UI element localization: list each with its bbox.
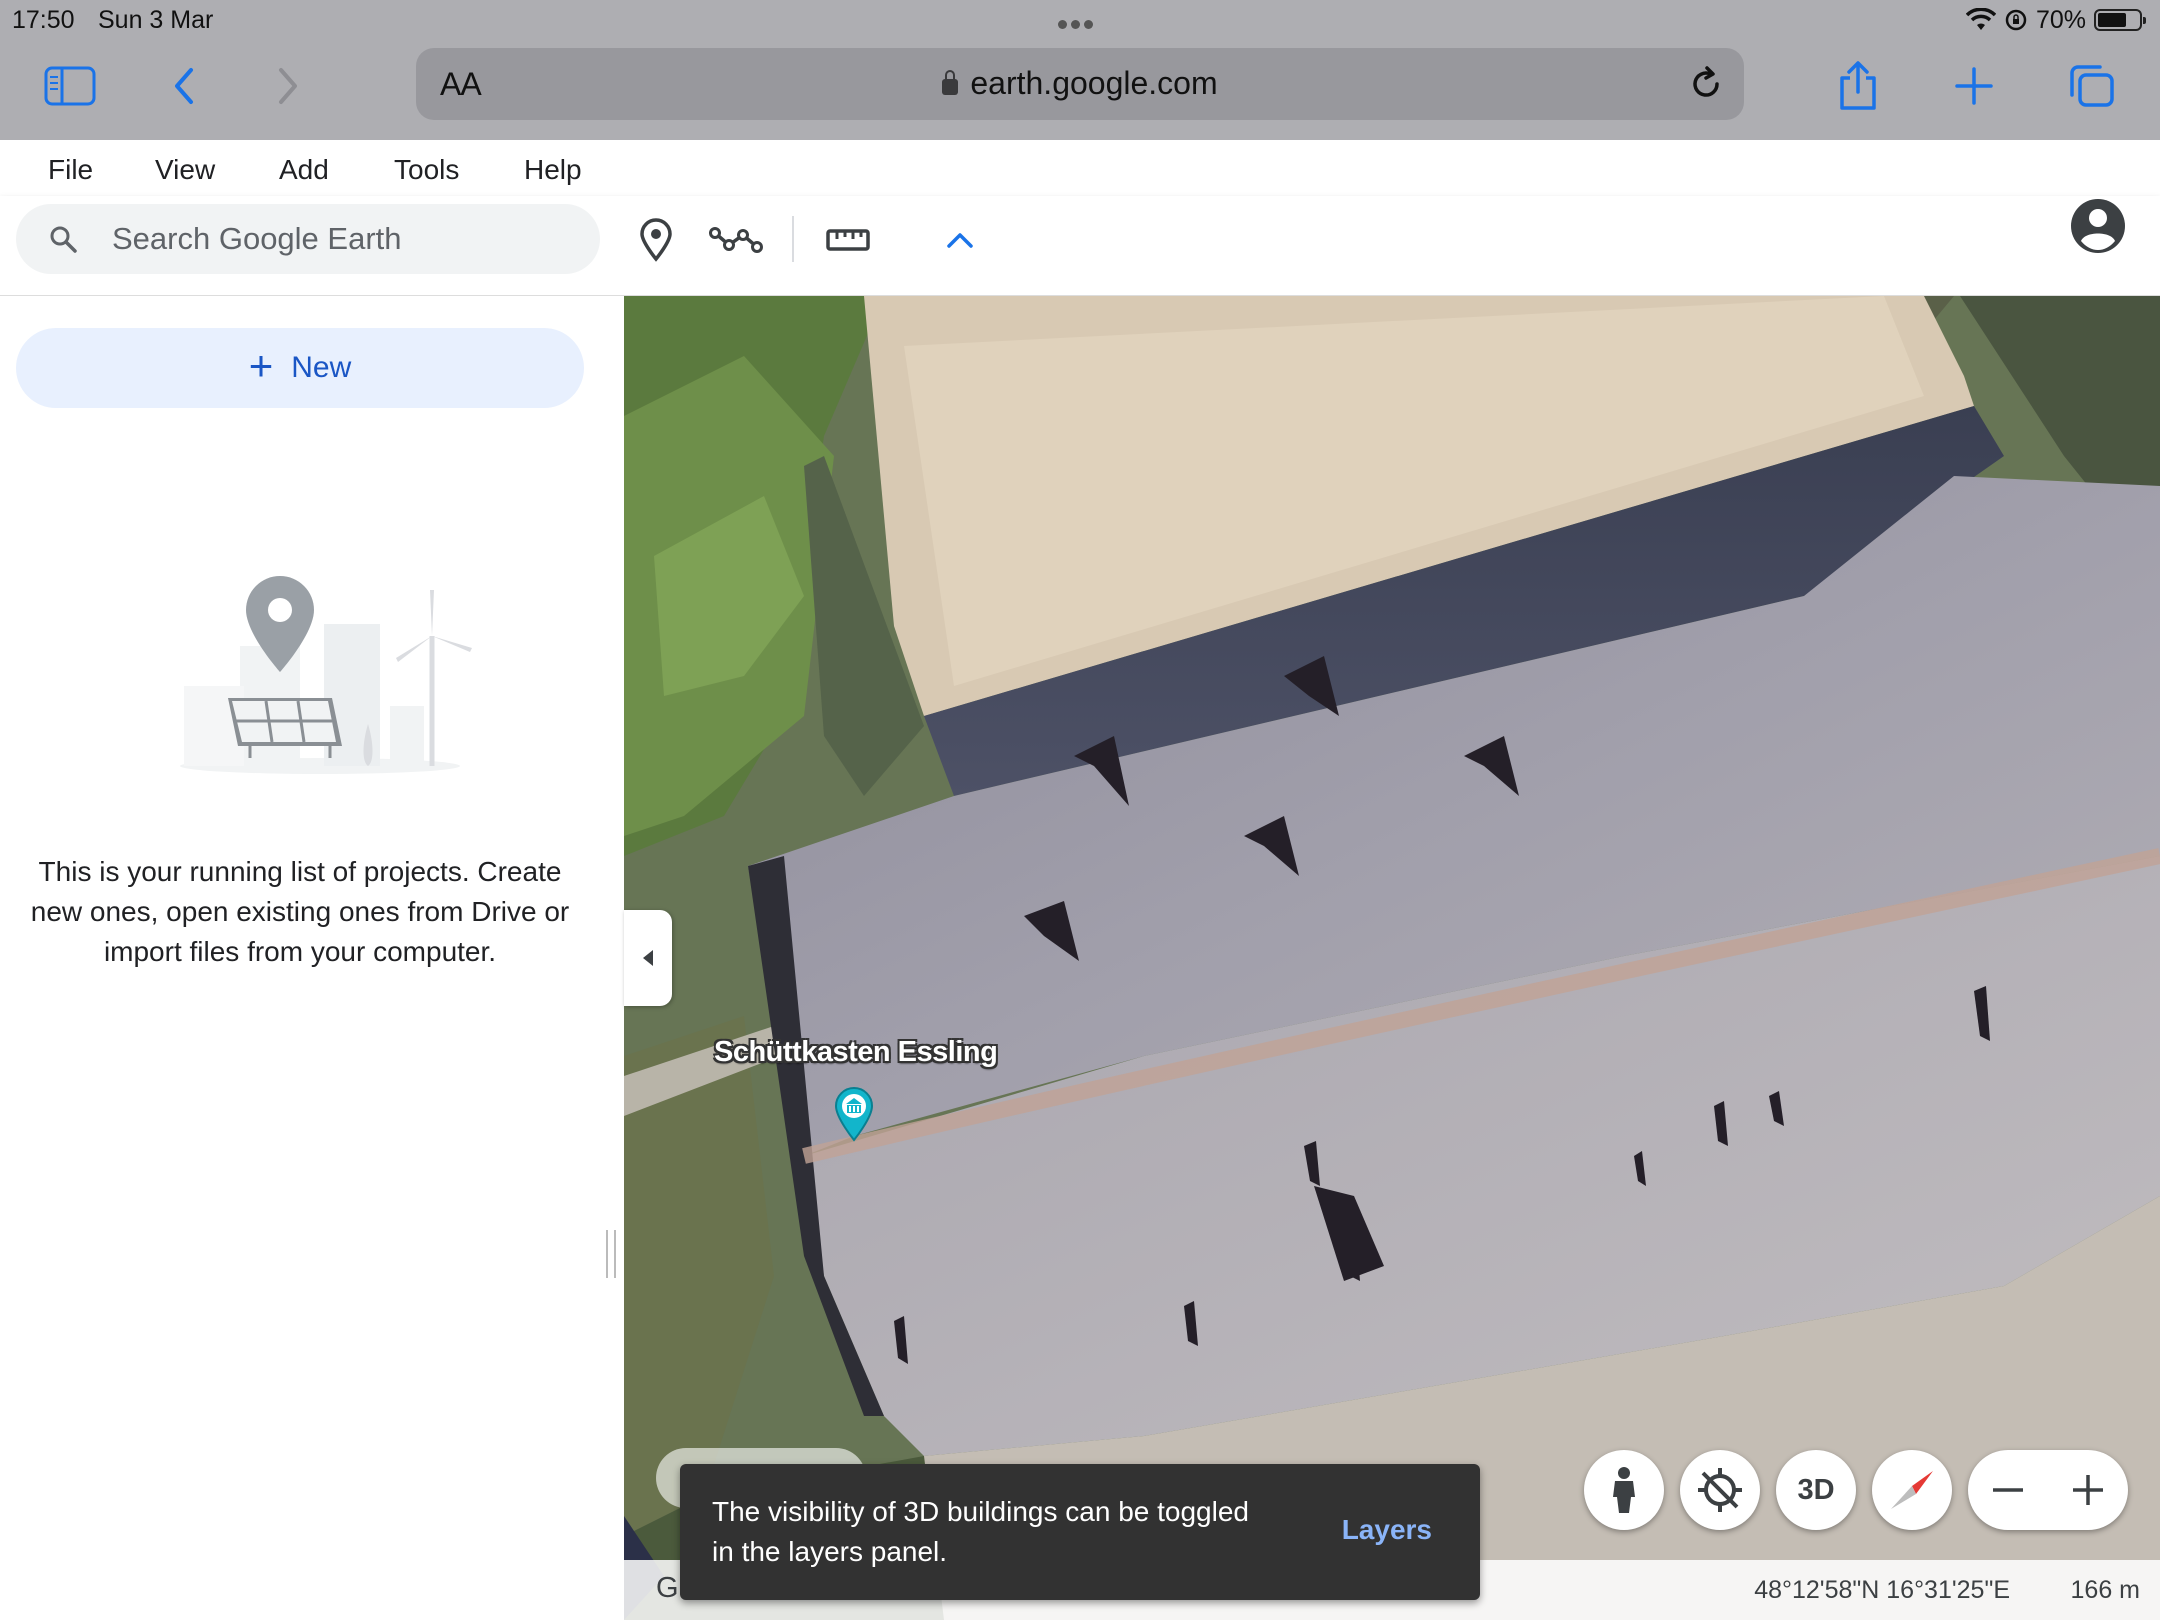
new-project-label: New: [291, 351, 352, 384]
compass-button[interactable]: [1872, 1450, 1952, 1530]
wifi-icon: [1965, 8, 1996, 30]
status-date: Sun 3 Mar: [98, 6, 214, 34]
safari-toolbar: 17:50 Sun 3 Mar 70% AA earth.google.com: [0, 0, 2160, 140]
lock-icon: [942, 70, 959, 95]
snackbar-message: The visibility of 3D buildings can be to…: [712, 1496, 1249, 1567]
sidebar-toggle-icon[interactable]: [42, 58, 98, 114]
menu-bar: File View Add Tools Help: [0, 140, 2160, 196]
menu-help[interactable]: Help: [524, 154, 582, 186]
menu-view[interactable]: View: [155, 154, 215, 186]
new-project-button[interactable]: + New: [16, 328, 584, 408]
satellite-imagery: [624, 296, 2160, 1620]
coordinates-readout: 48°12'58"N 16°31'25"E: [1754, 1576, 2010, 1604]
earth-toolbar: [0, 196, 2160, 296]
reload-icon[interactable]: [1686, 64, 1726, 104]
battery-icon: [2094, 9, 2146, 31]
zoom-controls: [1968, 1450, 2128, 1530]
pegman-icon: [1613, 1467, 1635, 1513]
snackbar: The visibility of 3D buildings can be to…: [680, 1464, 1480, 1600]
account-avatar-icon[interactable]: [2068, 196, 2128, 256]
back-icon[interactable]: [156, 58, 212, 114]
forward-icon[interactable]: [260, 58, 316, 114]
chevron-left-icon: [643, 950, 653, 966]
zoom-in-button[interactable]: [2048, 1450, 2128, 1530]
menu-file[interactable]: File: [48, 154, 93, 186]
measure-ruler-icon[interactable]: [818, 210, 878, 270]
map-view[interactable]: [624, 296, 2160, 1620]
ipad-screen: 17:50 Sun 3 Mar 70% AA earth.google.com …: [0, 0, 2160, 1620]
pegman-button[interactable]: [1584, 1450, 1664, 1530]
add-placemark-icon[interactable]: [626, 210, 686, 270]
compass-icon: [1891, 1471, 1933, 1509]
search-box[interactable]: [16, 204, 600, 274]
share-icon[interactable]: [1830, 58, 1886, 114]
collapse-toolbar-chevron-icon[interactable]: [930, 210, 990, 270]
status-indicators: 70%: [1965, 4, 2146, 36]
museum-pin-icon[interactable]: [834, 1086, 874, 1142]
toolbar-divider: [792, 216, 794, 262]
empty-projects-illustration: [180, 576, 472, 774]
toggle-3d-label: 3D: [1797, 1473, 1835, 1506]
search-icon: [50, 226, 77, 253]
multitasking-dots-icon[interactable]: [1058, 16, 1102, 29]
snackbar-layers-button[interactable]: Layers: [1342, 1514, 1432, 1546]
collapse-panel-button[interactable]: [624, 910, 672, 1006]
address-bar[interactable]: AA earth.google.com: [416, 48, 1744, 120]
plus-icon: [2073, 1475, 2103, 1505]
projects-panel: + New This is your running list of proje: [0, 296, 624, 1620]
status-time: 17:50: [12, 6, 75, 34]
location-off-icon: [1698, 1468, 1742, 1512]
url-text: earth.google.com: [970, 65, 1218, 101]
menu-tools[interactable]: Tools: [394, 154, 459, 186]
draw-path-icon[interactable]: [706, 210, 766, 270]
place-label[interactable]: Schüttkasten Essling: [714, 1036, 998, 1069]
empty-projects-message: This is your running list of projects. C…: [30, 856, 570, 967]
my-location-button[interactable]: [1680, 1450, 1760, 1530]
google-logo: G: [656, 1572, 679, 1604]
minus-icon: [1993, 1488, 2023, 1492]
altitude-readout: 166 m: [2070, 1576, 2140, 1604]
battery-percentage: 70%: [2035, 5, 2086, 34]
new-tab-icon[interactable]: [1946, 58, 2002, 114]
zoom-out-button[interactable]: [1968, 1450, 2048, 1530]
orientation-lock-icon: [2005, 9, 2027, 31]
toggle-3d-button[interactable]: 3D: [1776, 1450, 1856, 1530]
menu-add[interactable]: Add: [279, 154, 329, 186]
plus-icon: +: [248, 342, 274, 389]
panel-resize-handle[interactable]: [606, 1230, 616, 1278]
tabs-overview-icon[interactable]: [2064, 58, 2120, 114]
search-input[interactable]: [112, 204, 582, 274]
url-display[interactable]: earth.google.com: [416, 65, 1744, 102]
